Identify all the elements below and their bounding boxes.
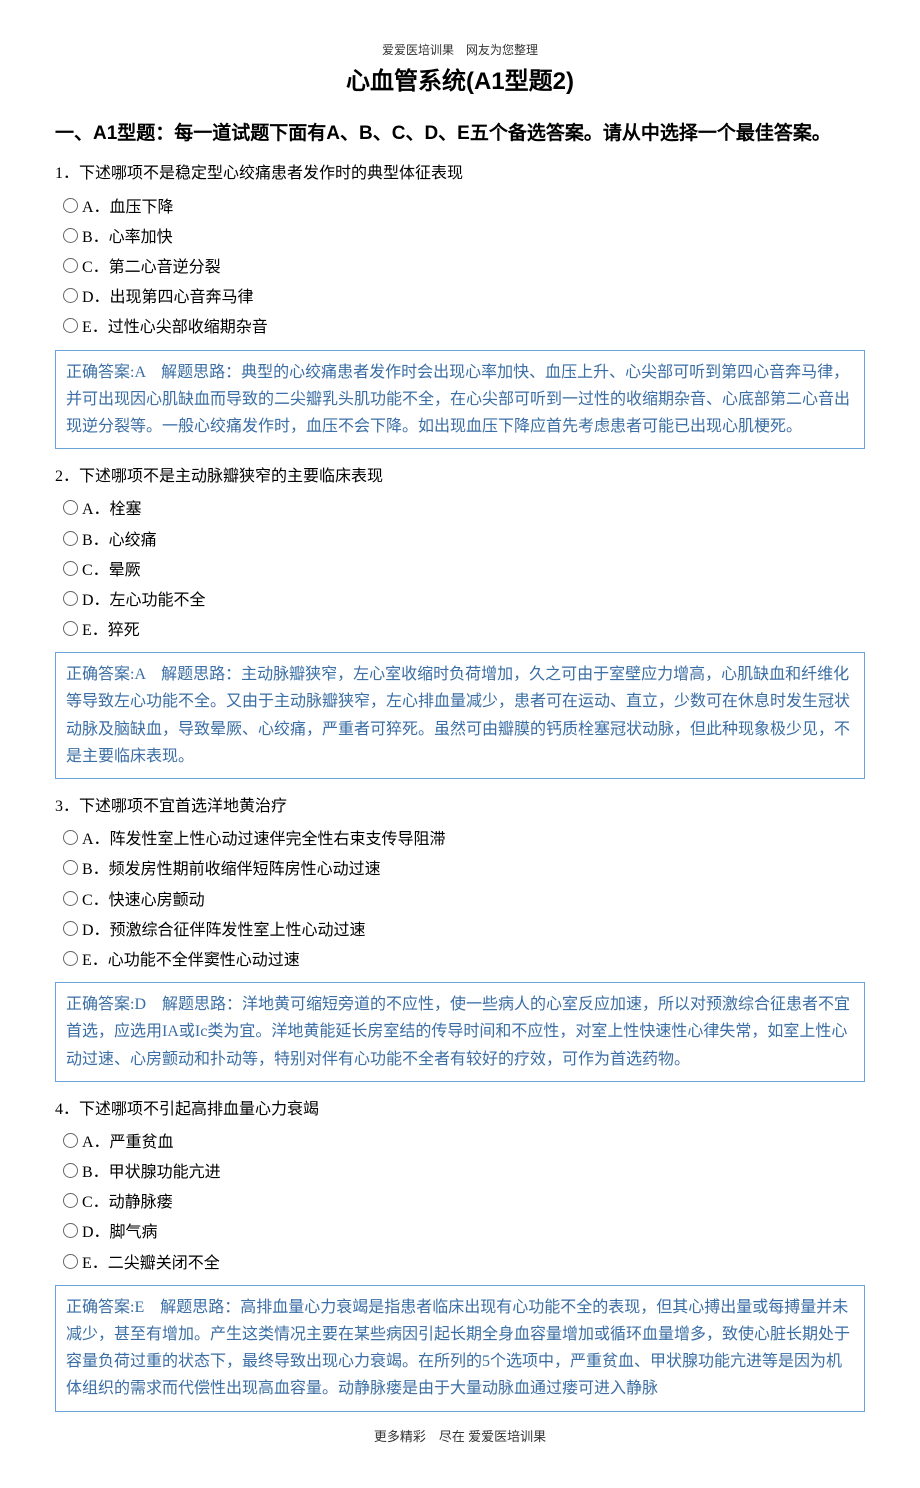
radio-icon [63,1193,78,1208]
option-label: E．猝死 [82,617,140,644]
option-d[interactable]: D．脚气病 [63,1219,865,1246]
option-label: D．左心功能不全 [82,587,206,614]
option-label: E．二尖瓣关闭不全 [82,1250,220,1277]
radio-icon [63,561,78,576]
question-stem: 3．下述哪项不宜首选洋地黄治疗 [55,793,865,820]
option-label: A．阵发性室上性心动过速伴完全性右束支传导阻滞 [82,826,446,853]
option-c[interactable]: C．动静脉瘘 [63,1189,865,1216]
option-label: B．频发房性期前收缩伴短阵房性心动过速 [82,856,381,883]
answer-explanation: 正确答案:E 解题思路：高排血量心力衰竭是指患者临床出现有心功能不全的表现，但其… [55,1285,865,1412]
radio-icon [63,921,78,936]
radio-icon [63,318,78,333]
radio-icon [63,258,78,273]
option-label: C．晕厥 [82,557,141,584]
option-label: E．心功能不全伴窦性心动过速 [82,947,300,974]
option-label: A．严重贫血 [82,1129,174,1156]
question-stem: 4．下述哪项不引起高排血量心力衰竭 [55,1096,865,1123]
radio-icon [63,500,78,515]
option-label: B．心绞痛 [82,527,157,554]
option-e[interactable]: E．心功能不全伴窦性心动过速 [63,947,865,974]
option-label: A．栓塞 [82,496,142,523]
answer-explanation: 正确答案:D 解题思路：洋地黄可缩短旁道的不应性，使一些病人的心室反应加速，所以… [55,982,865,1082]
radio-icon [63,288,78,303]
footer-note: 更多精彩 尽在 爱爱医培训果 [55,1426,865,1448]
option-label: D．预激综合征伴阵发性室上性心动过速 [82,917,366,944]
question-stem: 2．下述哪项不是主动脉瓣狭窄的主要临床表现 [55,463,865,490]
radio-icon [63,1223,78,1238]
radio-icon [63,891,78,906]
option-b[interactable]: B．甲状腺功能亢进 [63,1159,865,1186]
option-a[interactable]: A．血压下降 [63,194,865,221]
option-e[interactable]: E．猝死 [63,617,865,644]
option-label: E．过性心尖部收缩期杂音 [82,314,268,341]
option-c[interactable]: C．第二心音逆分裂 [63,254,865,281]
option-d[interactable]: D．出现第四心音奔马律 [63,284,865,311]
radio-icon [63,830,78,845]
option-b[interactable]: B．频发房性期前收缩伴短阵房性心动过速 [63,856,865,883]
main-title: 心血管系统(A1型题2) [55,62,865,103]
option-label: B．甲状腺功能亢进 [82,1159,221,1186]
option-e[interactable]: E．二尖瓣关闭不全 [63,1250,865,1277]
radio-icon [63,591,78,606]
option-d[interactable]: D．左心功能不全 [63,587,865,614]
option-a[interactable]: A．阵发性室上性心动过速伴完全性右束支传导阻滞 [63,826,865,853]
radio-icon [63,531,78,546]
section-title: 一、A1型题：每一道试题下面有A、B、C、D、E五个备选答案。请从中选择一个最佳… [55,118,865,150]
option-label: A．血压下降 [82,194,174,221]
option-b[interactable]: B．心绞痛 [63,527,865,554]
radio-icon [63,198,78,213]
radio-icon [63,621,78,636]
radio-icon [63,860,78,875]
option-label: C．第二心音逆分裂 [82,254,221,281]
radio-icon [63,1254,78,1269]
option-label: D．脚气病 [82,1219,158,1246]
radio-icon [63,1163,78,1178]
option-a[interactable]: A．栓塞 [63,496,865,523]
option-label: D．出现第四心音奔马律 [82,284,254,311]
option-b[interactable]: B．心率加快 [63,224,865,251]
header-top-note: 爱爱医培训果 网友为您整理 [55,40,865,60]
option-a[interactable]: A．严重贫血 [63,1129,865,1156]
answer-explanation: 正确答案:A 解题思路：典型的心绞痛患者发作时会出现心率加快、血压上升、心尖部可… [55,350,865,450]
answer-explanation: 正确答案:A 解题思路：主动脉瓣狭窄，左心室收缩时负荷增加，久之可由于室壁应力增… [55,652,865,779]
option-label: B．心率加快 [82,224,173,251]
option-c[interactable]: C．晕厥 [63,557,865,584]
radio-icon [63,228,78,243]
option-label: C．动静脉瘘 [82,1189,173,1216]
radio-icon [63,951,78,966]
option-c[interactable]: C．快速心房颤动 [63,887,865,914]
option-e[interactable]: E．过性心尖部收缩期杂音 [63,314,865,341]
option-d[interactable]: D．预激综合征伴阵发性室上性心动过速 [63,917,865,944]
question-stem: 1．下述哪项不是稳定型心绞痛患者发作时的典型体征表现 [55,160,865,187]
radio-icon [63,1133,78,1148]
option-label: C．快速心房颤动 [82,887,205,914]
